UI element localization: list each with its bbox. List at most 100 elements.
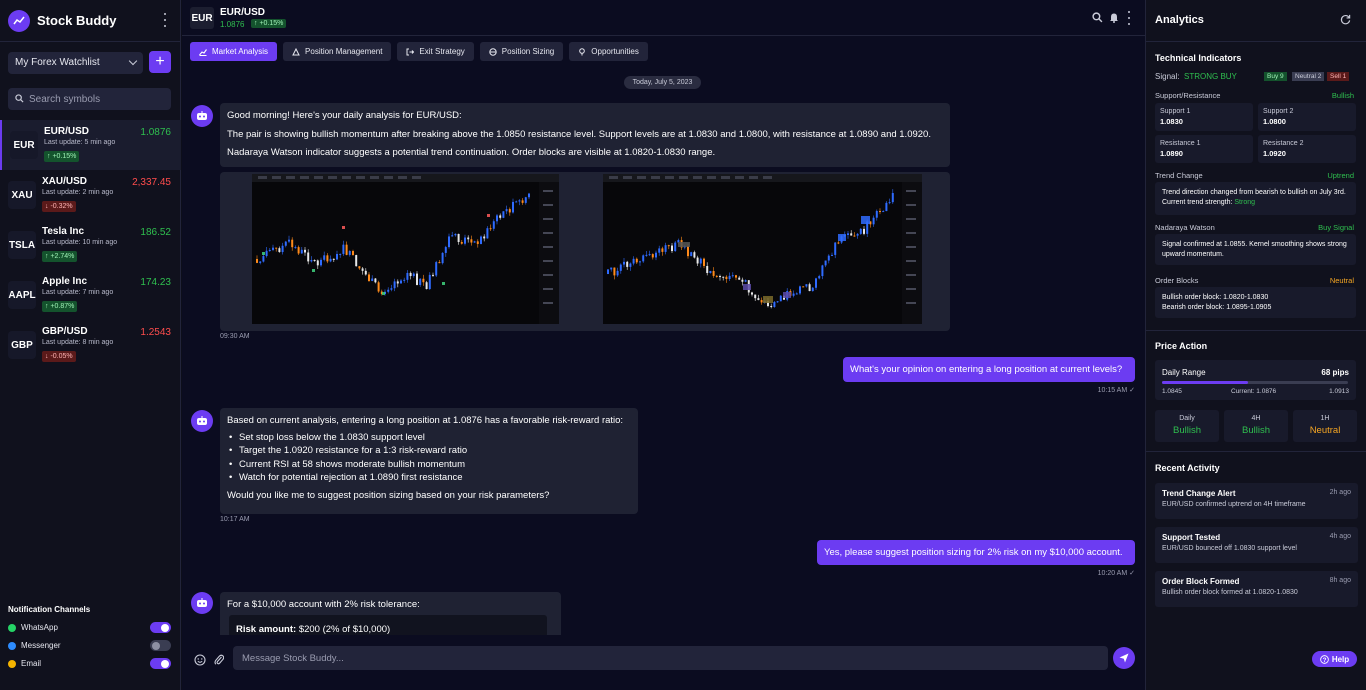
message-text: Nadaraya Watson indicator suggests a pot… — [227, 147, 716, 158]
watchlist-item-name: Tesla Inc — [42, 226, 85, 237]
watchlist-item-price: 174.23 — [140, 277, 171, 288]
technical-indicators-title: Technical Indicators — [1155, 53, 1242, 63]
channel-toggle[interactable] — [150, 622, 171, 633]
message-composer — [182, 636, 1145, 690]
more-options-icon[interactable] — [1125, 11, 1133, 25]
activity-title: Order Block Formed — [1162, 577, 1240, 586]
watchlist-item-price: 186.52 — [140, 227, 171, 238]
neutral-count-chip: Neutral 2 — [1292, 72, 1325, 81]
chart-screenshot[interactable] — [603, 174, 922, 324]
emoji-icon[interactable] — [194, 654, 206, 666]
chart-attachments — [220, 172, 950, 331]
signal-label: Signal: — [1155, 72, 1180, 81]
message-list[interactable]: Good morning! Here's your daily analysis… — [182, 95, 1145, 635]
tab-opportunities[interactable]: Opportunities — [569, 42, 648, 61]
message-text: For a $10,000 account with 2% risk toler… — [227, 599, 420, 610]
help-button[interactable]: ? Help — [1312, 651, 1357, 667]
chart-logo-icon — [8, 10, 30, 32]
analysis-tabs: Market Analysis Position Management Exit S… — [190, 42, 648, 62]
email-icon — [8, 660, 16, 668]
signal-value: STRONG BUY — [1184, 72, 1237, 81]
tab-label: Position Sizing — [501, 47, 555, 56]
watchlist-item[interactable]: EUR EUR/USD Last update: 5 min ago ↑ +0.15%… — [0, 120, 181, 170]
bot-avatar-icon — [191, 410, 213, 432]
tab-position-management[interactable]: Position Management — [283, 42, 392, 61]
analytics-title: Analytics — [1155, 14, 1204, 26]
timeframe-card: Daily Bullish — [1155, 410, 1219, 442]
activity-time: 2h ago — [1329, 489, 1351, 496]
message-text: Would you like me to suggest position si… — [227, 489, 550, 501]
watchlist-item[interactable]: TSLA Tesla Inc Last update: 10 min ago ↑ +2… — [0, 220, 181, 270]
attachment-icon[interactable] — [214, 654, 224, 666]
pair-price: 1.0876 — [220, 20, 245, 29]
search-input[interactable] — [29, 91, 165, 107]
level-card: Support 1 1.0830 — [1155, 103, 1253, 131]
level-label: Support 2 — [1263, 108, 1294, 115]
channel-toggle[interactable] — [150, 658, 171, 669]
channel-toggle[interactable] — [150, 640, 171, 651]
send-button[interactable] — [1113, 647, 1135, 669]
channel-label: Email — [21, 659, 42, 668]
message-text: Based on current analysis, entering a lo… — [227, 415, 624, 426]
tab-position-sizing[interactable]: Position Sizing — [479, 42, 564, 61]
help-icon: ? — [1320, 654, 1329, 664]
message-timestamp: 09:30 AM — [220, 333, 250, 340]
level-label: Resistance 2 — [1263, 140, 1304, 147]
activity-item[interactable]: Trend Change Alert EUR/USD confirmed uptr… — [1155, 483, 1358, 519]
chevron-down-icon — [128, 56, 138, 66]
timeframe-card: 4H Bullish — [1224, 410, 1288, 442]
tab-market-analysis[interactable]: Market Analysis — [190, 42, 278, 61]
watchlist-item-price: 2,337.45 — [132, 177, 171, 188]
activity-item[interactable]: Order Block Formed Bullish order block fo… — [1155, 571, 1358, 607]
buy-count-chip: Buy 9 — [1264, 72, 1287, 81]
support-resistance-status: Bullish — [1331, 91, 1354, 100]
bell-icon[interactable] — [1109, 12, 1119, 23]
search-icon — [15, 94, 24, 103]
level-value: 1.0830 — [1160, 117, 1183, 126]
notification-channel: Messenger — [8, 640, 178, 654]
message-timestamp: 10:15 AM ✓ — [1097, 387, 1135, 394]
chart-screenshot[interactable] — [252, 174, 559, 324]
refresh-icon[interactable] — [1340, 14, 1351, 25]
watchlist-item[interactable]: AAPL Apple Inc Last update: 7 min ago ↑ +0.… — [0, 270, 181, 320]
level-label: Support 1 — [1160, 108, 1191, 115]
recommendation-item: Target the 1.0920 resistance for a 1:3 r… — [227, 444, 631, 458]
watchlist-item-name: XAU/USD — [42, 176, 88, 187]
range-low: 1.0845 — [1162, 388, 1182, 395]
last-update: Last update: 7 min ago — [42, 289, 114, 296]
message-text: What's your opinion on entering a long p… — [850, 364, 1123, 375]
watchlist-item-name: EUR/USD — [44, 126, 90, 137]
exit-icon — [406, 48, 419, 56]
search-icon[interactable] — [1092, 12, 1103, 23]
date-divider: Today, July 5, 2023 — [624, 76, 701, 89]
activity-title: Support Tested — [1162, 533, 1221, 542]
tab-exit-strategy[interactable]: Exit Strategy — [397, 42, 474, 61]
message-timestamp: 10:20 AM ✓ — [1097, 570, 1135, 577]
change-badge: ↓ -0.05% — [42, 351, 76, 362]
message-text: The pair is showing bullish momentum aft… — [227, 128, 931, 140]
watchlist-select[interactable]: My Forex Watchlist — [8, 52, 143, 74]
watchlist-item-name: Apple Inc — [42, 276, 88, 287]
level-card: Resistance 2 1.0920 — [1258, 135, 1356, 163]
symbol-tile: TSLA — [8, 231, 36, 259]
range-high: 1.0913 — [1329, 388, 1349, 395]
watchlist-item-price: 1.2543 — [140, 327, 171, 338]
level-value: 1.0800 — [1263, 117, 1286, 126]
timeframe-status: Neutral — [1309, 425, 1341, 436]
watchlist-item[interactable]: GBP GBP/USD Last update: 8 min ago ↓ -0.05%… — [0, 320, 181, 370]
chart-line-icon — [199, 48, 212, 56]
section-divider — [1146, 451, 1366, 452]
watchlist-item[interactable]: XAU XAU/USD Last update: 2 min ago ↓ -0.32%… — [0, 170, 181, 220]
section-divider — [1146, 330, 1366, 331]
watchlist-item-name: GBP/USD — [42, 326, 88, 337]
timeframe-status: Bullish — [1242, 425, 1270, 436]
bot-message: Good morning! Here's your daily analysis… — [220, 103, 950, 167]
pair-name: EUR/USD — [220, 7, 266, 18]
message-input[interactable] — [233, 646, 1108, 670]
activity-item[interactable]: Support Tested EUR/USD bounced off 1.0830… — [1155, 527, 1358, 563]
level-card: Resistance 1 1.0890 — [1155, 135, 1253, 163]
daily-range-value: 68 pips — [1321, 368, 1349, 377]
more-options-icon[interactable] — [161, 13, 169, 27]
message-text: Yes, please suggest position sizing for … — [824, 547, 1123, 558]
add-watchlist-button[interactable]: + — [149, 51, 171, 73]
